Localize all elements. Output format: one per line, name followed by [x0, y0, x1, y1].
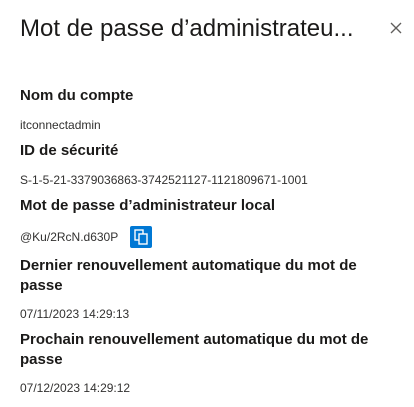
next-rotation-label: Prochain renouvellement automatique du m…	[20, 331, 369, 368]
next-rotation-value: 07/12/2023 14:29:12	[20, 381, 131, 395]
panel-title: Mot de passe d’administrateu...	[20, 15, 354, 42]
details-list: Nom du compte itconnectadmin ID de sécur…	[20, 86, 410, 396]
last-rotation-label: Dernier renouvellement automatique du mo…	[20, 257, 357, 294]
local-admin-password-label: Mot de passe d’administrateur local	[20, 197, 276, 214]
account-name-label: Nom du compte	[20, 87, 134, 104]
local-admin-password-value: @Ku/2RcN.d630P	[20, 230, 119, 244]
copy-password-button[interactable]	[130, 226, 153, 248]
account-name-value: itconnectadmin	[20, 118, 101, 132]
close-icon	[390, 22, 402, 34]
last-rotation-value: 07/11/2023 14:29:13	[20, 307, 130, 321]
security-id-value: S-1-5-21-3379036863-3742521127-112180967…	[20, 173, 308, 187]
security-id-label: ID de sécurité	[20, 142, 119, 159]
password-row: @Ku/2RcN.d630P	[20, 226, 410, 248]
copy-icon	[134, 229, 148, 245]
close-button[interactable]	[386, 18, 406, 38]
